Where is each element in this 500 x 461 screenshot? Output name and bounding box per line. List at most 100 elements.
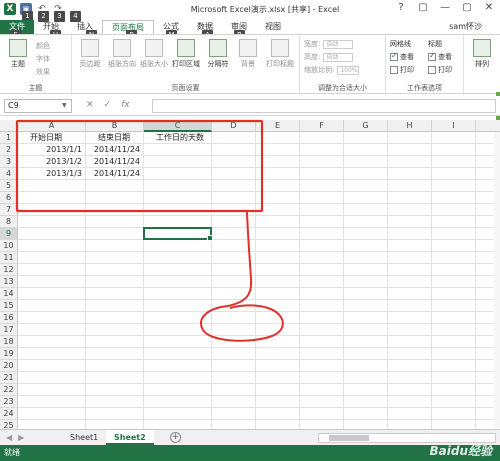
- column-header-h[interactable]: H: [388, 120, 432, 132]
- headings-print-option[interactable]: 打印: [428, 65, 452, 75]
- sheet-options-group: 网格线 标题 查看 查看 打印 打印 工作表选项: [386, 35, 464, 95]
- column-gridline: [431, 132, 432, 429]
- gridlines-view-checkbox[interactable]: [390, 51, 398, 61]
- column-header-b[interactable]: B: [86, 120, 144, 132]
- name-box-dropdown-icon[interactable]: ▼: [62, 102, 67, 109]
- arrange-group: 排列: [464, 35, 500, 95]
- column-header-f[interactable]: F: [300, 120, 344, 132]
- scale-input[interactable]: 100%: [337, 65, 360, 75]
- row-header-23[interactable]: 23: [0, 396, 18, 408]
- row-header-14[interactable]: 14: [0, 288, 18, 300]
- width-select[interactable]: 自动: [323, 39, 354, 49]
- row-header-2[interactable]: 2: [0, 144, 18, 156]
- effects-button[interactable]: 效果: [36, 67, 50, 77]
- user-account[interactable]: sam怀沙: [449, 20, 482, 34]
- gridlines-view-option[interactable]: 查看: [390, 51, 414, 62]
- row-header-9[interactable]: 9: [0, 228, 18, 240]
- cell-c1[interactable]: 工作日的天数: [156, 132, 204, 144]
- row-header-24[interactable]: 24: [0, 408, 18, 420]
- cell-b4[interactable]: 2014/11/24: [86, 168, 140, 180]
- maximize-button[interactable]: ▢: [460, 2, 474, 13]
- column-header-d[interactable]: D: [212, 120, 256, 132]
- paper-size-button[interactable]: 纸张大小: [138, 39, 170, 69]
- height-select[interactable]: 自动: [323, 52, 354, 62]
- cancel-icon[interactable]: ✕: [86, 100, 94, 110]
- ribbon-display-button[interactable]: ▢: [416, 2, 430, 13]
- row-header-3[interactable]: 3: [0, 156, 18, 168]
- window-controls: ? ▢ — ▢ ✕: [394, 2, 496, 13]
- excel-logo-icon: X: [4, 3, 16, 15]
- horizontal-scrollbar[interactable]: [318, 433, 496, 443]
- column-header-i[interactable]: I: [432, 120, 476, 132]
- arrange-button[interactable]: 排列: [466, 39, 498, 69]
- row-gridline: [18, 263, 500, 264]
- close-button[interactable]: ✕: [482, 2, 496, 13]
- row-header-7[interactable]: 7: [0, 204, 18, 216]
- print-titles-icon: [271, 39, 289, 57]
- prev-sheet-icon[interactable]: ◀: [6, 433, 12, 442]
- add-sheet-icon[interactable]: +: [170, 432, 181, 443]
- vertical-scrollbar[interactable]: [494, 132, 500, 428]
- cell-a3[interactable]: 2013/1/2: [18, 156, 82, 168]
- row-header-15[interactable]: 15: [0, 300, 18, 312]
- insert-function-icon[interactable]: fx: [121, 100, 130, 110]
- breaks-button[interactable]: 分隔符: [202, 39, 234, 69]
- row-header-21[interactable]: 21: [0, 372, 18, 384]
- print-area-button[interactable]: 打印区域: [170, 39, 202, 69]
- column-header-e[interactable]: E: [256, 120, 300, 132]
- enter-icon[interactable]: ✓: [104, 100, 112, 110]
- horizontal-scroll-thumb[interactable]: [329, 435, 369, 441]
- cell-b2[interactable]: 2014/11/24: [86, 144, 140, 156]
- formula-input[interactable]: [152, 99, 496, 113]
- tab-view[interactable]: 视图: [256, 20, 290, 34]
- help-button[interactable]: ?: [394, 2, 408, 13]
- row-header-11[interactable]: 11: [0, 252, 18, 264]
- headings-print-checkbox[interactable]: [428, 66, 436, 74]
- orientation-icon: [113, 39, 131, 57]
- row-header-6[interactable]: 6: [0, 192, 18, 204]
- active-cell[interactable]: [143, 227, 213, 241]
- next-sheet-icon[interactable]: ▶: [18, 433, 24, 442]
- row-header-18[interactable]: 18: [0, 336, 18, 348]
- worksheet-grid[interactable]: ABCDEFGHI 1 2 3 4 5 6 7 8 9 10 11 12 13 14 15 16 17 18 19 2…: [0, 120, 500, 429]
- column-header-a[interactable]: A: [18, 120, 86, 132]
- gridlines-print-option[interactable]: 打印: [390, 65, 414, 75]
- row-header-22[interactable]: 22: [0, 384, 18, 396]
- headings-heading: 标题: [428, 40, 442, 48]
- row-header-8[interactable]: 8: [0, 216, 18, 228]
- row-header-19[interactable]: 19: [0, 348, 18, 360]
- gridlines-heading: 网格线: [390, 40, 411, 48]
- row-header-17[interactable]: 17: [0, 324, 18, 336]
- headings-view-option[interactable]: 查看: [428, 51, 452, 62]
- themes-button[interactable]: 主题: [2, 39, 34, 69]
- headings-view-checkbox[interactable]: [428, 51, 436, 61]
- row-header-12[interactable]: 12: [0, 264, 18, 276]
- gridlines-print-checkbox[interactable]: [390, 66, 398, 74]
- cell-b3[interactable]: 2014/11/24: [86, 156, 140, 168]
- print-titles-button[interactable]: 打印标题: [264, 39, 296, 69]
- cell-b1[interactable]: 结束日期: [98, 132, 130, 144]
- status-ready: 就绪: [4, 448, 20, 457]
- margins-button[interactable]: 页边距: [74, 39, 106, 69]
- sheet-tab-sheet1[interactable]: Sheet1: [62, 430, 106, 445]
- row-header-13[interactable]: 13: [0, 276, 18, 288]
- sheet-tab-sheet2[interactable]: Sheet2: [106, 430, 154, 445]
- row-header-10[interactable]: 10: [0, 240, 18, 252]
- row-header-5[interactable]: 5: [0, 180, 18, 192]
- margins-icon: [81, 39, 99, 57]
- column-header-c[interactable]: C: [144, 120, 212, 132]
- row-header-1[interactable]: 1: [0, 132, 18, 144]
- row-header-20[interactable]: 20: [0, 360, 18, 372]
- background-button[interactable]: 背景: [232, 39, 264, 69]
- column-header-g[interactable]: G: [344, 120, 388, 132]
- cell-a1[interactable]: 开始日期: [30, 132, 62, 144]
- orientation-button[interactable]: 纸张方向: [106, 39, 138, 69]
- row-header-16[interactable]: 16: [0, 312, 18, 324]
- minimize-button[interactable]: —: [438, 2, 452, 13]
- row-header-25[interactable]: 25: [0, 420, 18, 429]
- cell-a4[interactable]: 2013/1/3: [18, 168, 82, 180]
- cell-a2[interactable]: 2013/1/1: [18, 144, 82, 156]
- row-header-4[interactable]: 4: [0, 168, 18, 180]
- colors-button[interactable]: 颜色: [36, 41, 50, 51]
- fonts-button[interactable]: 字体: [36, 54, 50, 64]
